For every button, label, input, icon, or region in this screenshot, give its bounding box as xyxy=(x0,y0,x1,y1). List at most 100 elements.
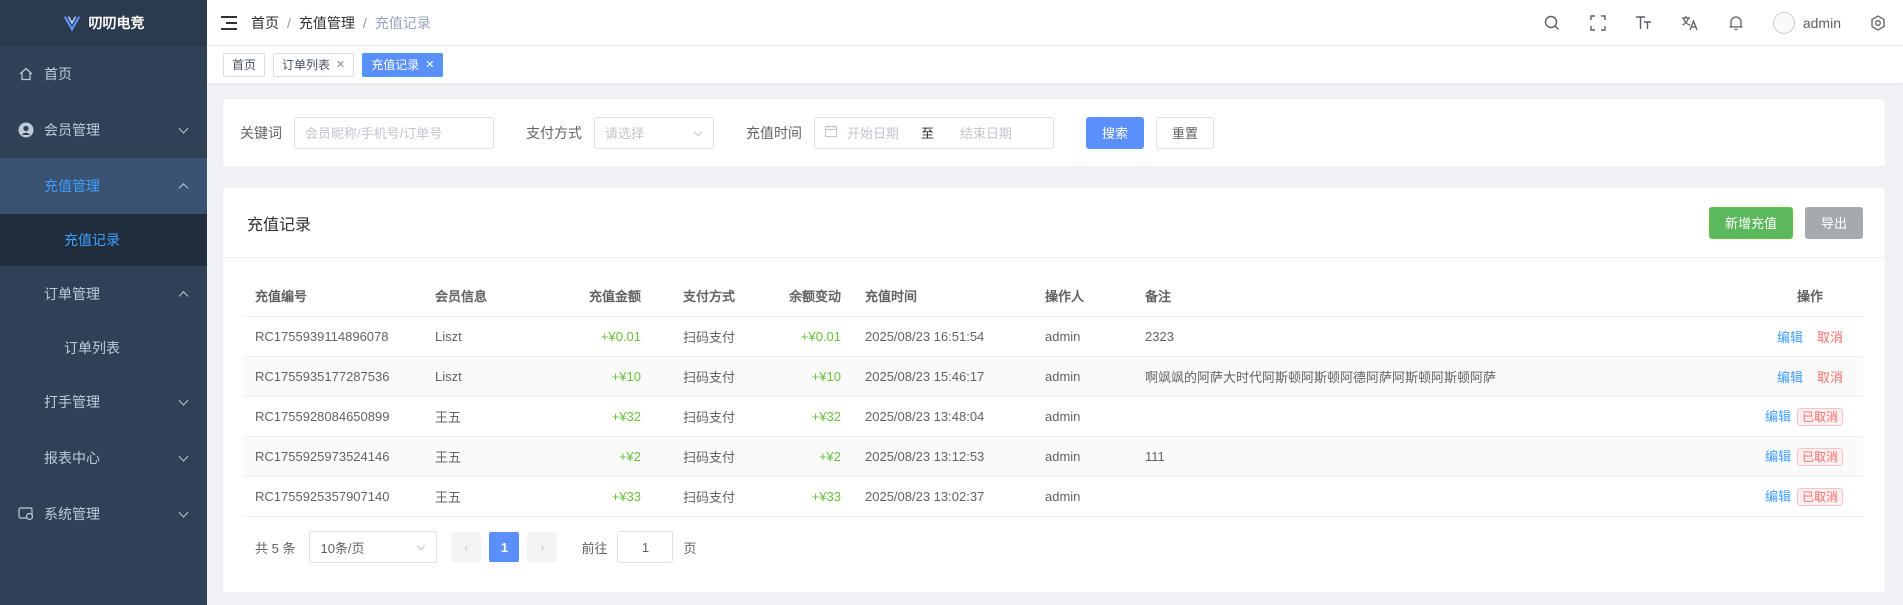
user-menu[interactable]: admin xyxy=(1772,12,1841,34)
cell-time: 2025/08/23 16:51:54 xyxy=(853,316,1033,357)
search-button[interactable]: 搜索 xyxy=(1086,116,1145,149)
close-icon[interactable]: ✕ xyxy=(425,58,434,71)
records-card-header: 充值记录 新增充值 导出 xyxy=(223,188,1885,258)
breadcrumb-separator: / xyxy=(287,14,291,31)
edit-link[interactable]: 编辑 xyxy=(1765,489,1791,504)
sidebar-item-recharge-records[interactable]: 充值记录 xyxy=(0,214,207,266)
cell-time: 2025/08/23 15:46:17 xyxy=(853,356,1033,397)
tag-recharge-records[interactable]: 充值记录 ✕ xyxy=(362,52,444,77)
column-header: 操作 xyxy=(1673,276,1863,317)
page-number-button[interactable]: 1 xyxy=(489,532,520,562)
close-icon[interactable]: ✕ xyxy=(336,58,345,71)
range-separator: 至 xyxy=(921,126,935,141)
start-date-placeholder: 开始日期 xyxy=(847,126,900,141)
edit-link[interactable]: 编辑 xyxy=(1765,449,1791,464)
page-size-select[interactable]: 10条/页 xyxy=(309,531,438,563)
add-recharge-button[interactable]: 新增充值 xyxy=(1708,206,1793,239)
pagination: 共 5 条 10条/页 ‹ 1 › 前往 1 页 xyxy=(255,531,697,563)
sidebar-item-players[interactable]: 打手管理 xyxy=(0,374,207,430)
table-row: RC1755939114896078 Liszt +¥0.01 扫码支付 +¥0… xyxy=(243,316,1863,357)
app-logo: 叨叨电竞 xyxy=(0,0,207,46)
sidebar-item-label: 订单管理 xyxy=(44,286,100,302)
chevron-down-icon xyxy=(178,123,189,134)
chevron-up-icon xyxy=(178,291,189,302)
cell-change: +¥33 xyxy=(763,476,853,517)
goto-page-input[interactable]: 1 xyxy=(617,531,674,563)
sidebar-item-order-list[interactable]: 订单列表 xyxy=(0,322,207,374)
edit-link[interactable]: 编辑 xyxy=(1777,330,1803,345)
keyword-placeholder: 会员昵称/手机号/订单号 xyxy=(305,126,443,141)
prev-page-button[interactable]: ‹ xyxy=(451,532,482,562)
tag-order-list[interactable]: 订单列表 ✕ xyxy=(273,52,355,77)
tag-home[interactable]: 首页 xyxy=(223,52,266,77)
cell-operator: admin xyxy=(1033,396,1133,437)
logo-icon xyxy=(63,16,80,32)
chevron-down-icon xyxy=(417,541,426,551)
next-page-button[interactable]: › xyxy=(527,532,558,562)
sidebar-item-system[interactable]: 系统管理 xyxy=(0,486,207,542)
tag-label: 首页 xyxy=(232,58,257,72)
home-icon xyxy=(18,66,34,82)
table-row: RC1755928084650899 王五 +¥32 扫码支付 +¥32 202… xyxy=(243,396,1863,437)
table-body: RC1755939114896078 Liszt +¥0.01 扫码支付 +¥0… xyxy=(243,316,1863,517)
goto-suffix: 页 xyxy=(683,540,697,556)
keyword-input[interactable]: 会员昵称/手机号/订单号 xyxy=(294,116,494,149)
export-button[interactable]: 导出 xyxy=(1804,206,1863,239)
tags-view: 首页 订单列表 ✕ 充值记录 ✕ xyxy=(207,46,1903,84)
pay-method-select[interactable]: 请选择 xyxy=(594,116,714,149)
calendar-icon xyxy=(825,125,837,140)
cell-remark xyxy=(1133,396,1673,437)
breadcrumb-recharge[interactable]: 充值管理 xyxy=(299,13,355,33)
sidebar-item-home[interactable]: 首页 xyxy=(0,46,207,102)
cell-change: +¥10 xyxy=(763,356,853,397)
breadcrumb-separator: / xyxy=(362,14,367,31)
edit-link[interactable]: 编辑 xyxy=(1777,370,1803,385)
cell-member: Liszt xyxy=(423,356,543,397)
cell-member: 王五 xyxy=(423,436,543,477)
records-card: 充值记录 新增充值 导出 充值编号 会员信息 充值金额 支付方式 余额变动 充值… xyxy=(222,187,1886,593)
cell-pay: 扫码支付 xyxy=(653,476,763,517)
sidebar-item-label: 报表中心 xyxy=(44,450,100,466)
cell-operator: admin xyxy=(1033,476,1133,517)
sidebar-item-reports[interactable]: 报表中心 xyxy=(0,430,207,486)
notification-bell-icon[interactable] xyxy=(1727,14,1745,32)
user-circle-icon xyxy=(18,122,34,138)
cell-amount: +¥0.01 xyxy=(543,316,653,357)
breadcrumb-home[interactable]: 首页 xyxy=(251,13,279,33)
cancelled-badge: 已取消 xyxy=(1796,448,1843,466)
sidebar-item-label: 会员管理 xyxy=(44,122,100,138)
cell-id: RC1755925973524146 xyxy=(243,436,423,477)
cell-time: 2025/08/23 13:12:53 xyxy=(853,436,1033,477)
column-header: 操作人 xyxy=(1033,276,1133,317)
reset-button[interactable]: 重置 xyxy=(1156,116,1215,149)
cancel-link[interactable]: 取消 xyxy=(1817,370,1843,385)
gear-icon[interactable] xyxy=(1869,14,1887,32)
column-header: 备注 xyxy=(1133,276,1673,317)
column-header: 充值金额 xyxy=(543,276,653,317)
header-toolbar: admin xyxy=(1543,0,1887,46)
sidebar-item-members[interactable]: 会员管理 xyxy=(0,102,207,158)
search-icon[interactable] xyxy=(1543,14,1561,32)
font-size-icon[interactable] xyxy=(1635,14,1653,32)
cell-amount: +¥33 xyxy=(543,476,653,517)
cell-operator: admin xyxy=(1033,316,1133,357)
cancelled-badge: 已取消 xyxy=(1796,408,1843,426)
sidebar: 叨叨电竞 首页 会员管理 充值管理 充值记录 订单管理 订单列表 打手管理 报表… xyxy=(0,0,207,605)
chevron-down-icon xyxy=(178,507,189,518)
records-title: 充值记录 xyxy=(247,216,312,234)
cancel-link[interactable]: 取消 xyxy=(1817,330,1843,345)
pay-method-label: 支付方式 xyxy=(526,124,582,141)
cell-pay: 扫码支付 xyxy=(653,436,763,477)
cell-pay: 扫码支付 xyxy=(653,396,763,437)
translate-icon[interactable] xyxy=(1681,14,1699,32)
sidebar-item-recharge[interactable]: 充值管理 xyxy=(0,158,207,214)
cell-id: RC1755928084650899 xyxy=(243,396,423,437)
tag-label: 充值记录 xyxy=(371,58,420,72)
sidebar-item-orders[interactable]: 订单管理 xyxy=(0,266,207,322)
collapse-menu-icon[interactable] xyxy=(221,15,237,30)
edit-link[interactable]: 编辑 xyxy=(1765,409,1791,424)
breadcrumb-current: 充值记录 xyxy=(374,14,431,31)
date-range-picker[interactable]: 开始日期 至 结束日期 xyxy=(814,116,1054,149)
fullscreen-icon[interactable] xyxy=(1589,14,1607,32)
cell-remark xyxy=(1133,476,1673,517)
